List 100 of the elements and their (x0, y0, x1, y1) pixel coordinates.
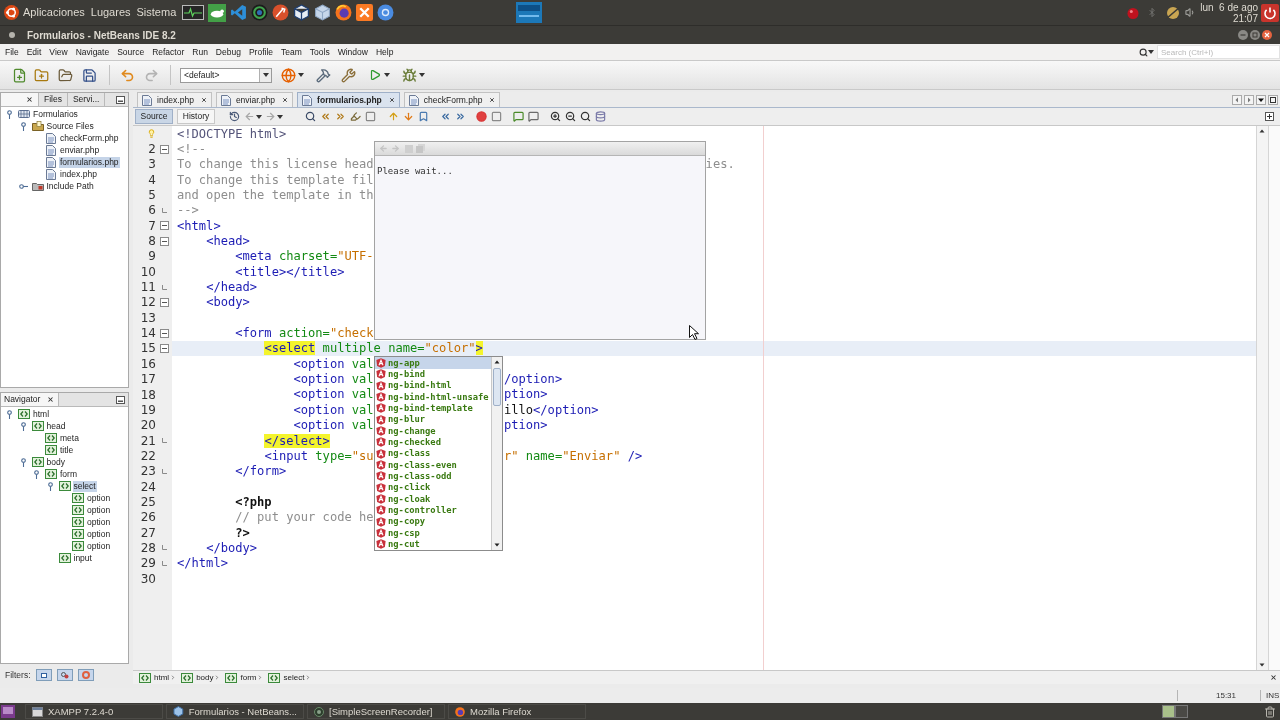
panel-tab[interactable]: Navigator (1, 393, 59, 406)
tree-item[interactable]: option (86, 540, 112, 552)
taskbar-item[interactable]: Formularios - NetBeans... (166, 704, 304, 719)
collapse-icon[interactable] (159, 328, 169, 338)
completion-item[interactable]: ng-click (375, 482, 491, 494)
completion-item[interactable]: ng-controller (375, 504, 491, 517)
folder-plus-icon[interactable] (34, 67, 49, 83)
magnifier-icon[interactable] (580, 111, 591, 122)
tree-item[interactable]: title (59, 444, 75, 456)
menu-item[interactable]: Tools (305, 47, 334, 57)
save-icon[interactable] (82, 67, 97, 83)
filter-toggle-button[interactable] (35, 669, 52, 681)
tree-item[interactable]: Include Path (45, 180, 95, 192)
menu-item[interactable]: Debug (211, 47, 245, 57)
editor-tab[interactable]: enviar.php (215, 92, 294, 107)
menu-item[interactable]: Team (277, 47, 306, 57)
caret-icon[interactable] (298, 73, 304, 77)
expander-icon[interactable] (18, 121, 28, 131)
close-icon[interactable] (489, 97, 496, 103)
browser-globe-icon[interactable] (335, 4, 353, 21)
caret-icon[interactable] (1148, 50, 1154, 54)
tree-item[interactable]: option (86, 492, 112, 504)
completion-item[interactable]: ng-class-odd (375, 470, 491, 483)
menu-item[interactable]: Refactor (148, 47, 189, 57)
caret-icon[interactable] (419, 73, 425, 77)
arrow-disc-icon[interactable] (272, 4, 290, 21)
scrollbar[interactable] (491, 357, 502, 551)
close-icon[interactable] (1270, 674, 1277, 681)
tree-item[interactable]: html (32, 408, 51, 420)
panel-menu[interactable]: Sistema (133, 7, 180, 18)
collapse-icon[interactable] (159, 344, 169, 353)
expand-icon[interactable] (1265, 112, 1274, 121)
scrollbar-thumb[interactable] (493, 368, 501, 407)
close-icon[interactable] (1262, 30, 1272, 40)
app-tile-icon[interactable] (208, 3, 227, 22)
close-icon[interactable] (47, 396, 54, 403)
collapse-icon[interactable] (159, 297, 169, 307)
round-browser-icon[interactable] (377, 4, 395, 21)
scroll-left-icon[interactable] (1232, 95, 1242, 105)
double-chevron-right-icon[interactable] (335, 111, 346, 122)
maximize-icon[interactable] (1268, 95, 1278, 105)
taskbar-item[interactable]: Mozilla Firefox (448, 704, 586, 719)
bookmark-icon[interactable] (418, 111, 429, 122)
tree-item[interactable]: form (59, 468, 78, 480)
tree-item[interactable]: index.php (59, 168, 98, 180)
history-icon[interactable] (229, 111, 240, 122)
breadcrumb-item[interactable]: form (225, 672, 257, 683)
tree-item[interactable]: Source Files (45, 120, 95, 132)
power-icon[interactable] (1261, 3, 1279, 22)
caret-icon[interactable] (262, 73, 269, 77)
expander-icon[interactable] (32, 469, 41, 479)
square-icon[interactable] (365, 111, 376, 122)
caret-icon[interactable] (384, 73, 390, 77)
completion-item[interactable]: ng-bind-template (375, 402, 491, 414)
zoom-in-icon[interactable] (550, 111, 561, 122)
tree-item[interactable]: option (86, 516, 112, 528)
completion-item[interactable]: ng-checked (375, 436, 491, 448)
close-icon[interactable] (282, 97, 289, 103)
panel-menu[interactable]: Lugares (87, 7, 134, 18)
expander-icon[interactable] (5, 109, 14, 119)
tree-item[interactable]: option (86, 528, 112, 540)
collapse-icon[interactable] (159, 236, 169, 246)
window-menu-dot-icon[interactable] (9, 32, 15, 38)
ubuntu-logo-icon[interactable] (4, 5, 19, 20)
speech-bubble-icon[interactable] (513, 111, 524, 122)
close-icon[interactable] (26, 96, 33, 103)
folder-icon[interactable] (58, 67, 73, 83)
speech-bubble-icon[interactable] (528, 111, 539, 122)
file-plus-icon[interactable] (12, 67, 27, 83)
menu-item[interactable]: Navigate (71, 47, 114, 57)
double-chevron-left-icon[interactable] (440, 111, 451, 122)
editor-tab[interactable]: checkForm.php (403, 92, 501, 107)
scrollbar[interactable] (1256, 126, 1268, 670)
menu-item[interactable]: Run (188, 47, 212, 57)
search-icon[interactable] (305, 111, 316, 122)
record-dot-icon[interactable] (476, 111, 487, 122)
configuration-combobox[interactable]: <default> (180, 67, 272, 83)
editor-tab[interactable]: formularios.php (297, 92, 400, 107)
menu-item[interactable]: Profile (244, 47, 277, 57)
monitor-graph-icon[interactable] (182, 4, 205, 21)
view-tab[interactable]: Source (135, 109, 173, 124)
taskbar-item[interactable]: XAMPP 7.2.4-0 (25, 704, 163, 719)
double-chevron-left-icon[interactable] (320, 111, 331, 122)
view-tab[interactable]: History (177, 109, 215, 124)
taskbar-item[interactable]: [SimpleScreenRecorder] (307, 704, 445, 719)
dropdown-icon[interactable] (1256, 95, 1266, 105)
minimize-icon[interactable] (116, 395, 125, 404)
caret-icon[interactable] (256, 114, 262, 119)
tree-item[interactable]: option (86, 504, 112, 516)
tree-item[interactable]: checkForm.php (59, 132, 120, 144)
desktop-icon[interactable] (1, 705, 15, 718)
wrench-icon[interactable] (341, 67, 356, 83)
filter-toggle-button[interactable] (56, 669, 73, 681)
expander-icon[interactable] (5, 409, 14, 419)
close-icon[interactable] (388, 97, 395, 103)
tree-item[interactable]: formularios.php (59, 156, 120, 168)
completion-item[interactable]: ng-class-even (375, 459, 491, 471)
minimize-icon[interactable] (1238, 30, 1248, 40)
menu-item[interactable]: Edit (22, 47, 46, 57)
caret-icon[interactable] (277, 114, 283, 119)
